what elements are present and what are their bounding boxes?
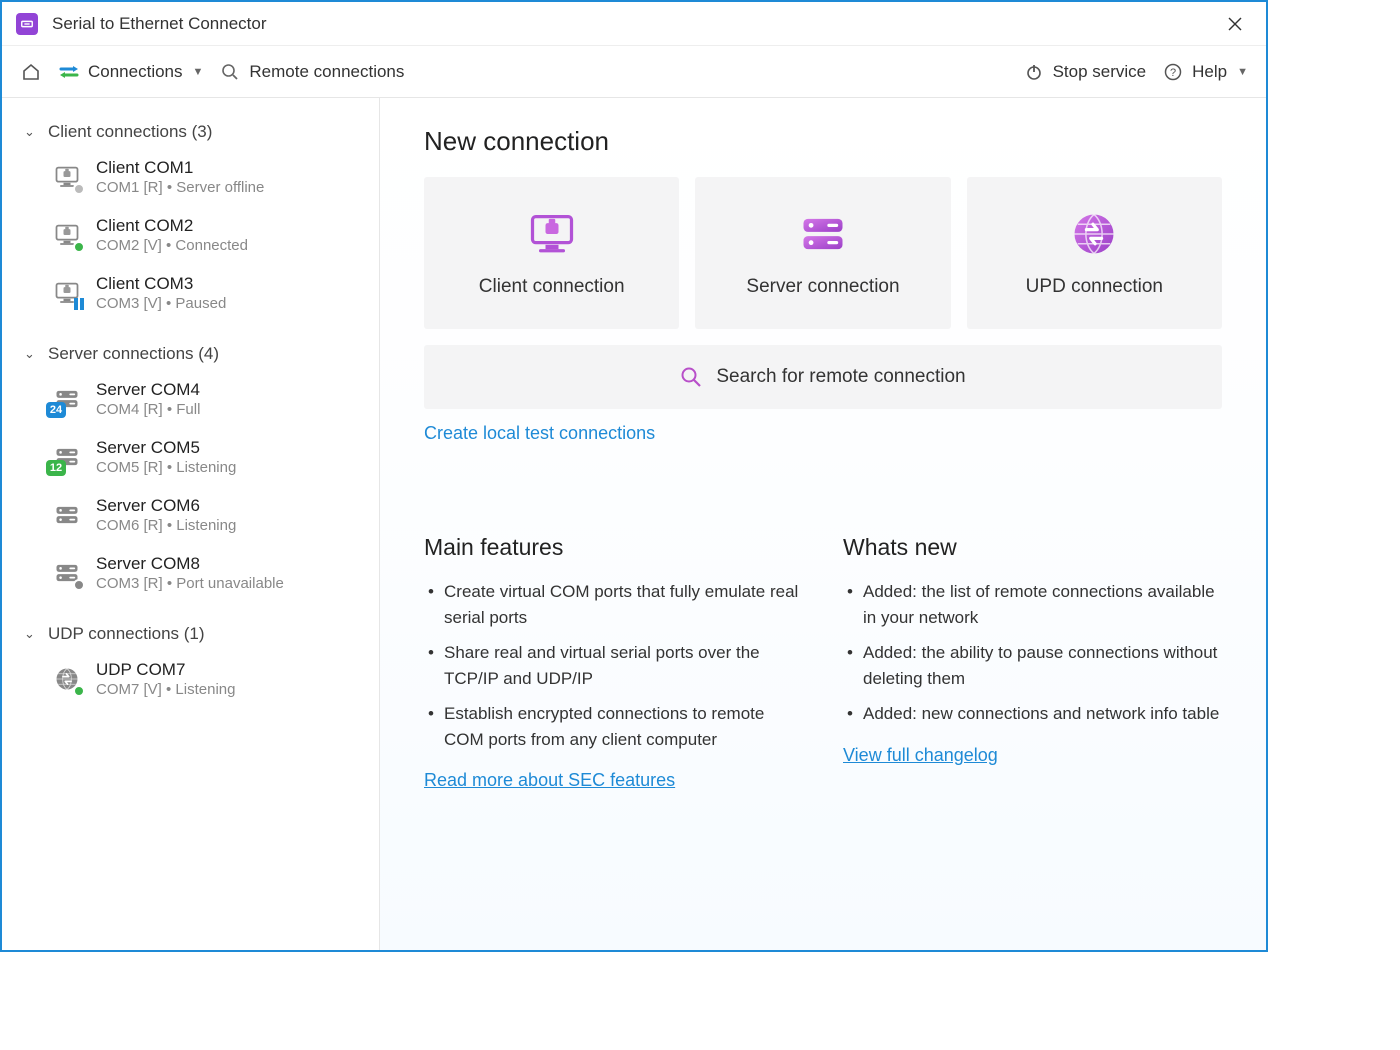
udp-icon bbox=[1068, 208, 1120, 260]
server-icon: 12 bbox=[52, 442, 82, 472]
stop-service-label: Stop service bbox=[1053, 62, 1147, 82]
home-icon bbox=[20, 61, 42, 83]
list-item: Share real and virtual serial ports over… bbox=[424, 640, 803, 691]
connection-item[interactable]: Client COM2 COM2 [V] • Connected bbox=[22, 206, 369, 264]
udp-icon bbox=[52, 664, 82, 694]
client-connection-card[interactable]: Client connection bbox=[424, 177, 679, 329]
caret-down-icon: ▼ bbox=[193, 66, 204, 78]
toolbar: Connections ▼ Remote connections Stop se… bbox=[2, 46, 1266, 98]
create-test-connections-link[interactable]: Create local test connections bbox=[424, 423, 655, 443]
connection-name: Server COM5 bbox=[96, 438, 236, 458]
close-button[interactable] bbox=[1218, 7, 1252, 41]
caret-down-icon: ▼ bbox=[1237, 66, 1248, 78]
remote-connections-label: Remote connections bbox=[249, 62, 404, 82]
connection-name: Server COM4 bbox=[96, 380, 200, 400]
search-remote-bar[interactable]: Search for remote connection bbox=[424, 345, 1222, 409]
connection-name: Server COM8 bbox=[96, 554, 284, 574]
client-icon bbox=[52, 162, 82, 192]
connection-status: COM3 [R] • Port unavailable bbox=[96, 575, 284, 592]
search-remote-label: Search for remote connection bbox=[716, 366, 965, 388]
connection-status: COM7 [V] • Listening bbox=[96, 681, 235, 698]
connection-item[interactable]: 12 Server COM5 COM5 [R] • Listening bbox=[22, 428, 369, 486]
stop-service-button[interactable]: Stop service bbox=[1023, 61, 1147, 83]
sidebar-group-header[interactable]: ⌄ Client connections (3) bbox=[22, 116, 369, 148]
help-dropdown[interactable]: ? Help ▼ bbox=[1162, 61, 1248, 83]
card-label: UPD connection bbox=[1026, 276, 1163, 298]
sidebar: ⌄ Client connections (3) Client COM1 COM1… bbox=[2, 98, 380, 950]
home-button[interactable] bbox=[20, 61, 42, 83]
connection-status: COM3 [V] • Paused bbox=[96, 295, 226, 312]
list-item: Added: the ability to pause connections … bbox=[843, 640, 1222, 691]
connections-label: Connections bbox=[88, 62, 183, 82]
server-icon: 24 bbox=[52, 384, 82, 414]
connection-item[interactable]: Client COM1 COM1 [R] • Server offline bbox=[22, 148, 369, 206]
connection-name: Client COM2 bbox=[96, 216, 248, 236]
connection-name: Client COM1 bbox=[96, 158, 264, 178]
main-features-section: Main features Create virtual COM ports t… bbox=[424, 534, 803, 791]
chevron-down-icon: ⌄ bbox=[24, 346, 38, 362]
help-label: Help bbox=[1192, 62, 1227, 82]
group-label: UDP connections (1) bbox=[48, 624, 205, 644]
connection-status: COM4 [R] • Full bbox=[96, 401, 200, 418]
search-icon bbox=[680, 366, 702, 388]
client-icon bbox=[52, 278, 82, 308]
help-icon: ? bbox=[1162, 61, 1184, 83]
server-icon bbox=[52, 500, 82, 530]
udp-connection-card[interactable]: UPD connection bbox=[967, 177, 1222, 329]
server-icon bbox=[52, 558, 82, 588]
connection-item[interactable]: UDP COM7 COM7 [V] • Listening bbox=[22, 650, 369, 708]
features-heading: Main features bbox=[424, 534, 803, 561]
sidebar-group-header[interactable]: ⌄ UDP connections (1) bbox=[22, 618, 369, 650]
search-icon bbox=[219, 61, 241, 83]
list-item: Create virtual COM ports that fully emul… bbox=[424, 579, 803, 630]
connection-name: UDP COM7 bbox=[96, 660, 235, 680]
connection-name: Server COM6 bbox=[96, 496, 236, 516]
titlebar: Serial to Ethernet Connector bbox=[2, 2, 1266, 46]
connections-dropdown[interactable]: Connections ▼ bbox=[58, 61, 203, 83]
sidebar-group-header[interactable]: ⌄ Server connections (4) bbox=[22, 338, 369, 370]
read-more-features-link[interactable]: Read more about SEC features bbox=[424, 770, 675, 790]
list-item: Added: the list of remote connections av… bbox=[843, 579, 1222, 630]
chevron-down-icon: ⌄ bbox=[24, 124, 38, 140]
app-icon bbox=[16, 13, 38, 35]
whatsnew-heading: Whats new bbox=[843, 534, 1222, 561]
server-icon bbox=[797, 208, 849, 260]
connection-status: COM6 [R] • Listening bbox=[96, 517, 236, 534]
connection-name: Client COM3 bbox=[96, 274, 226, 294]
whats-new-section: Whats new Added: the list of remote conn… bbox=[843, 534, 1222, 791]
list-item: Establish encrypted connections to remot… bbox=[424, 701, 803, 752]
window-title: Serial to Ethernet Connector bbox=[52, 14, 267, 34]
client-icon bbox=[52, 220, 82, 250]
view-changelog-link[interactable]: View full changelog bbox=[843, 745, 998, 765]
connection-item[interactable]: 24 Server COM4 COM4 [R] • Full bbox=[22, 370, 369, 428]
connection-item[interactable]: Client COM3 COM3 [V] • Paused bbox=[22, 264, 369, 322]
power-icon bbox=[1023, 61, 1045, 83]
remote-connections-button[interactable]: Remote connections bbox=[219, 61, 404, 83]
connection-status: COM5 [R] • Listening bbox=[96, 459, 236, 476]
client-icon bbox=[526, 208, 578, 260]
main-panel: New connection Client connection Server … bbox=[380, 98, 1266, 950]
connection-status: COM1 [R] • Server offline bbox=[96, 179, 264, 196]
server-connection-card[interactable]: Server connection bbox=[695, 177, 950, 329]
connection-type-cards: Client connection Server connection UPD … bbox=[424, 177, 1222, 329]
card-label: Server connection bbox=[746, 276, 899, 298]
connection-status: COM2 [V] • Connected bbox=[96, 237, 248, 254]
svg-text:?: ? bbox=[1170, 67, 1176, 79]
page-heading: New connection bbox=[424, 126, 1222, 157]
list-item: Added: new connections and network info … bbox=[843, 701, 1222, 727]
chevron-down-icon: ⌄ bbox=[24, 626, 38, 642]
group-label: Client connections (3) bbox=[48, 122, 212, 142]
pause-icon bbox=[74, 298, 86, 310]
card-label: Client connection bbox=[479, 276, 625, 298]
group-label: Server connections (4) bbox=[48, 344, 219, 364]
connection-item[interactable]: Server COM6 COM6 [R] • Listening bbox=[22, 486, 369, 544]
connections-icon bbox=[58, 61, 80, 83]
connection-item[interactable]: Server COM8 COM3 [R] • Port unavailable bbox=[22, 544, 369, 602]
